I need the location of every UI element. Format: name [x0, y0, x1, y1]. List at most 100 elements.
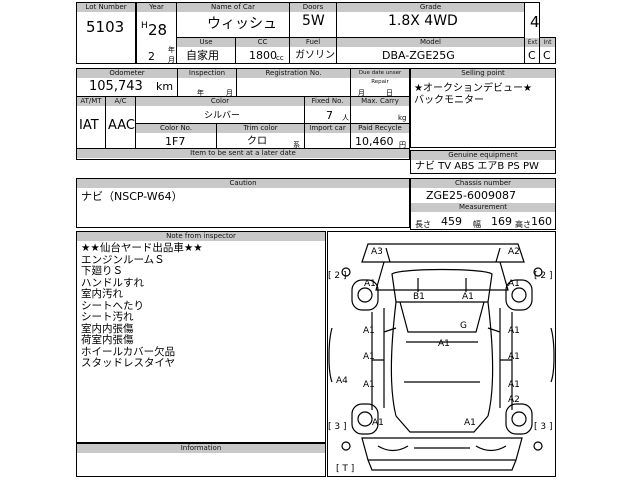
fuel-label: Fuel	[290, 38, 336, 47]
cc-label: CC	[236, 38, 289, 47]
year-unit: 年	[168, 46, 175, 54]
damage-a1-ld2: A1	[363, 352, 375, 362]
chassis-number: ZGE25-6009087	[426, 189, 516, 202]
doors: 5W	[302, 13, 325, 29]
lot-number: 5103	[86, 18, 125, 36]
damage-a1-center: A1	[438, 339, 450, 349]
maxcarry-label: Max. Carry	[351, 97, 409, 106]
bracket-3-left: [ 3 ]	[328, 422, 347, 432]
damage-a2-top: A2	[508, 247, 520, 257]
damage-a1-rd1: A1	[508, 326, 520, 336]
use: 自家用	[186, 49, 219, 62]
height: 160	[531, 215, 552, 228]
color: シルバー	[204, 111, 241, 121]
chassis-label: Chassis number	[411, 179, 555, 188]
trim: クロ	[247, 136, 267, 147]
era: H	[141, 21, 148, 31]
due-label: Due date unser Repair	[351, 69, 409, 85]
selling-point-2: バックモニター	[414, 95, 484, 106]
fixed-label: Fixed No.	[305, 97, 350, 106]
use-label: Use	[177, 38, 235, 47]
ext-label: Ext	[525, 38, 540, 47]
selling-point-box: Selling point ★オークションデビュー★ バックモニター	[410, 68, 556, 148]
int: C	[543, 49, 551, 62]
atmt-label: AT/MT	[77, 97, 105, 106]
note-line: 下廻りＳ	[81, 265, 123, 277]
damage-a4: A4	[336, 376, 348, 386]
trim-label: Trim color	[217, 124, 304, 133]
equipment: ナビ TV ABS エアB PS PW	[415, 161, 539, 172]
damage-a1-ld1: A1	[363, 326, 375, 336]
lot-number-label: Lot Number	[77, 3, 135, 12]
damage-a1-roof: A1	[462, 292, 474, 302]
length: 459	[441, 215, 462, 228]
model: DBA-ZGE25G	[382, 49, 455, 62]
damage-a1-fl: A1	[364, 279, 376, 289]
equipment-box: Genuine equipment ナビ TV ABS エアB PS PW	[410, 150, 556, 174]
note-line: ★★仙台ヤード出品車★★	[81, 242, 203, 254]
ac-label: A/C	[106, 97, 135, 106]
fixed: 7	[326, 109, 333, 122]
bracket-3-right: [ 3 ]	[534, 422, 553, 432]
equip-label: Genuine equipment	[411, 151, 555, 160]
int-label: Int	[540, 38, 555, 47]
damage-a3: A3	[371, 247, 383, 257]
damage-a1-rl: A1	[363, 380, 375, 390]
note-line: 室内汚れ	[81, 288, 123, 300]
note-line: スタッドレスタイヤ	[81, 357, 176, 369]
bracket-2-left: [ 2 ]	[328, 271, 347, 281]
colorno-label: Color No.	[136, 124, 216, 133]
length-label: 長さ	[415, 220, 431, 229]
year-cell: Year H 28 年 2 月	[136, 2, 177, 64]
chassis-box: Chassis number ZGE25-6009087 Measurement…	[410, 178, 556, 230]
caution-text: ナビ（NSCP-W64）	[81, 190, 183, 203]
maxcarry-unit: kg	[398, 114, 407, 122]
caution-label: Caution	[77, 179, 409, 188]
width-label: 幅	[473, 220, 481, 229]
caution-box: Caution ナビ（NSCP-W64）	[76, 178, 410, 228]
measure-label: Measurement	[411, 203, 555, 212]
ac: AAC	[108, 118, 135, 133]
damage-g: G	[460, 321, 467, 331]
cc: 1800	[249, 49, 277, 62]
inspection-label: Inspection	[178, 69, 236, 78]
odometer-label: Odometer	[77, 69, 177, 78]
information-label: Information	[77, 444, 325, 453]
damage-diagram: A3 A2 A1 A1 B1 A1 G A1 A1 A1 A1 A1 A4 A1…	[327, 231, 556, 477]
inspector-label: Note from inspector	[77, 232, 325, 241]
inspector-box: Note from inspector ★★仙台ヤード出品車★★ エンジンルーム…	[76, 231, 326, 443]
width: 169	[491, 215, 512, 228]
fuel: ガソリン	[295, 50, 335, 61]
selling-label: Selling point	[411, 69, 555, 78]
damage-b1: B1	[413, 292, 425, 302]
cc-unit: cc	[276, 54, 284, 62]
lot-number-cell: Lot Number 5103	[76, 2, 136, 64]
name-label: Name of Car	[177, 3, 289, 12]
note-line: シート汚れ	[81, 311, 134, 323]
recycle-label: Paid Recycle	[351, 124, 409, 133]
note-line: 荷室内張傷	[81, 334, 134, 346]
model-label: Model	[337, 38, 524, 47]
score: 4	[530, 13, 540, 31]
ext: C	[528, 49, 536, 62]
import-label: Import car	[305, 124, 350, 133]
later-label: Item to be sent at a later date	[77, 149, 409, 158]
bracket-t: [ T ]	[336, 464, 355, 474]
registration-label: Registration No.	[237, 69, 350, 78]
odometer-unit: km	[156, 80, 174, 93]
bracket-2-right: [ 2 ]	[534, 271, 553, 281]
colorno: 1F7	[165, 135, 186, 148]
damage-a2-rear: A2	[508, 395, 520, 405]
odometer: 105,743	[89, 79, 143, 94]
information-box: Information	[76, 443, 326, 477]
car-name: ウィッシュ	[207, 16, 277, 32]
selling-point-1: ★オークションデビュー★	[414, 83, 532, 94]
color-label: Color	[136, 97, 304, 106]
grade: 1.8X 4WD	[388, 13, 458, 29]
height-label: 高さ	[515, 220, 531, 229]
recycle: 10,460	[355, 135, 394, 148]
damage-a1-rd2: A1	[508, 352, 520, 362]
inspector-notes: ★★仙台ヤード出品車★★ エンジンルームＳ 下廻りＳ ハンドルすれ 室内汚れ シ…	[81, 242, 203, 370]
month-unit: 月	[168, 56, 175, 64]
year: 28	[148, 21, 168, 39]
